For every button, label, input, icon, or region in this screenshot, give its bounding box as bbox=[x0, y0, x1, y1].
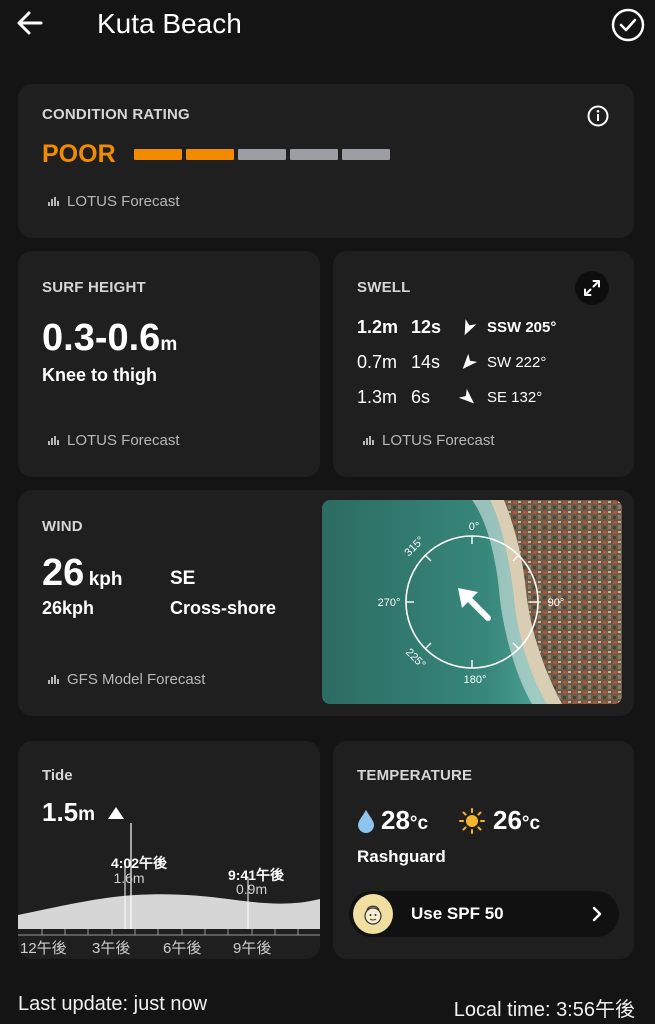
compass-w-label: 270° bbox=[378, 597, 401, 609]
water-drop-icon bbox=[358, 809, 374, 833]
wind-source-text: GFS Model Forecast bbox=[67, 671, 206, 688]
tide-card: Tide 1.5m 4:02午後 1.6m 9:41午後 0.9m 12午後 bbox=[18, 741, 320, 959]
surf-source: LOTUS Forecast bbox=[48, 432, 180, 449]
spf-button[interactable]: Use SPF 50 bbox=[349, 891, 619, 937]
chart-bars-icon bbox=[48, 675, 59, 684]
condition-rating-label: CONDITION RATING bbox=[42, 106, 190, 123]
sunscreen-icon bbox=[353, 894, 393, 934]
swell-source: LOTUS Forecast bbox=[363, 432, 495, 449]
swell-label: SWELL bbox=[357, 279, 411, 296]
rating-segment bbox=[133, 149, 182, 160]
compass-n-label: 0° bbox=[469, 521, 480, 533]
tide-rising-icon bbox=[108, 806, 125, 819]
swell-period: 14s bbox=[411, 352, 441, 372]
tide-label: Tide bbox=[42, 767, 73, 784]
wind-gust: 26kph bbox=[42, 598, 95, 618]
condition-source: LOTUS Forecast bbox=[48, 193, 180, 210]
swell-direction-arrow-icon bbox=[455, 318, 481, 338]
temperature-card: TEMPERATURE 28 °c 26 °c Rashguard Use SP… bbox=[333, 741, 634, 959]
tide-axis-label: 9午後 bbox=[233, 940, 272, 957]
swell-period: 12s bbox=[411, 317, 442, 337]
back-arrow-icon[interactable] bbox=[14, 6, 46, 40]
swell-card: SWELL 1.2m 12s SSW 205° 0.7m 14s SW 222° 1.3m 6… bbox=[333, 251, 634, 477]
wind-relation: Cross-shore bbox=[170, 598, 277, 618]
wind-map[interactable]: 0° 315° 270° 90° 225° 180° bbox=[322, 500, 622, 704]
wind-direction: SE bbox=[170, 568, 196, 589]
swell-direction-arrow-icon bbox=[455, 353, 481, 373]
surf-height-unit: m bbox=[160, 334, 178, 355]
expand-icon[interactable] bbox=[575, 271, 609, 305]
water-temperature-value: 28 bbox=[381, 805, 410, 835]
wind-speed: 26 kph bbox=[42, 552, 123, 595]
compass-e-label: 90° bbox=[548, 597, 565, 609]
rating-row: POOR bbox=[42, 140, 390, 169]
swell-row: 1.3m 6s SE 132° bbox=[357, 387, 542, 408]
air-temperature-value: 26 bbox=[493, 805, 522, 835]
swell-height: 0.7m bbox=[357, 352, 398, 372]
swell-direction: SW 222° bbox=[487, 354, 547, 371]
compass-s-label: 180° bbox=[464, 674, 487, 686]
condition-source-text: LOTUS Forecast bbox=[67, 193, 180, 210]
page-title: Kuta Beach bbox=[97, 8, 242, 39]
chevron-right-icon bbox=[592, 906, 602, 922]
swell-source-text: LOTUS Forecast bbox=[382, 432, 495, 449]
condition-rating-card: CONDITION RATING POOR LOTUS Forecast bbox=[18, 84, 634, 238]
swell-period: 6s bbox=[411, 387, 431, 407]
temperature-label: TEMPERATURE bbox=[357, 767, 473, 784]
tide-high-height: 1.6m bbox=[113, 870, 145, 886]
spf-label: Use SPF 50 bbox=[411, 904, 504, 923]
rating-segments bbox=[133, 149, 390, 160]
tide-axis-label: 3午後 bbox=[92, 940, 131, 957]
chart-bars-icon bbox=[363, 436, 374, 445]
swell-height: 1.2m bbox=[357, 317, 399, 337]
local-time-text: Local time: 3:56午後 bbox=[453, 999, 635, 1021]
chart-bars-icon bbox=[48, 197, 59, 206]
surf-height-description: Knee to thigh bbox=[42, 365, 157, 385]
surf-height-number: 0.3-0.6 bbox=[42, 317, 161, 359]
air-temperature-unit: °c bbox=[521, 812, 541, 834]
wind-source: GFS Model Forecast bbox=[48, 671, 205, 688]
surf-source-text: LOTUS Forecast bbox=[67, 432, 180, 449]
info-icon[interactable] bbox=[586, 104, 610, 128]
wetsuit-recommendation: Rashguard bbox=[357, 847, 446, 866]
tide-axis-label: 6午後 bbox=[163, 940, 202, 957]
swell-direction: SE 132° bbox=[487, 389, 543, 406]
water-temperature-unit: °c bbox=[409, 812, 429, 834]
tide-low-height: 0.9m bbox=[236, 881, 268, 897]
rating-value: POOR bbox=[42, 140, 116, 168]
swell-direction-arrow-icon bbox=[455, 388, 481, 408]
swell-height: 1.3m bbox=[357, 387, 398, 407]
wind-label: WIND bbox=[42, 518, 83, 535]
rating-segment bbox=[237, 149, 286, 160]
tide-axis-label: 12午後 bbox=[20, 940, 67, 957]
rating-segment bbox=[185, 149, 234, 160]
chart-bars-icon bbox=[48, 436, 59, 445]
air-temperature: 26 °c bbox=[459, 805, 540, 836]
wind-speed-number: 26 bbox=[42, 552, 85, 594]
rating-segment bbox=[341, 149, 390, 160]
sun-icon bbox=[459, 807, 485, 834]
last-update-text: Last update: just now bbox=[18, 993, 208, 1015]
surf-height-value: 0.3-0.6m bbox=[42, 317, 177, 360]
swell-direction: SSW 205° bbox=[487, 319, 557, 336]
surf-height-card: SURF HEIGHT 0.3-0.6m Knee to thigh LOTUS… bbox=[18, 251, 320, 477]
wind-speed-unit: kph bbox=[88, 569, 123, 590]
surf-height-label: SURF HEIGHT bbox=[42, 279, 146, 296]
water-temperature: 28 °c bbox=[357, 805, 428, 836]
check-circle-icon[interactable] bbox=[611, 8, 645, 42]
wind-card: WIND 26 kph 26kph SE Cross-shore GFS Mod… bbox=[18, 490, 634, 716]
swell-row: 1.2m 12s SSW 205° bbox=[357, 317, 556, 338]
swell-row: 0.7m 14s SW 222° bbox=[357, 352, 546, 373]
rating-segment bbox=[289, 149, 338, 160]
